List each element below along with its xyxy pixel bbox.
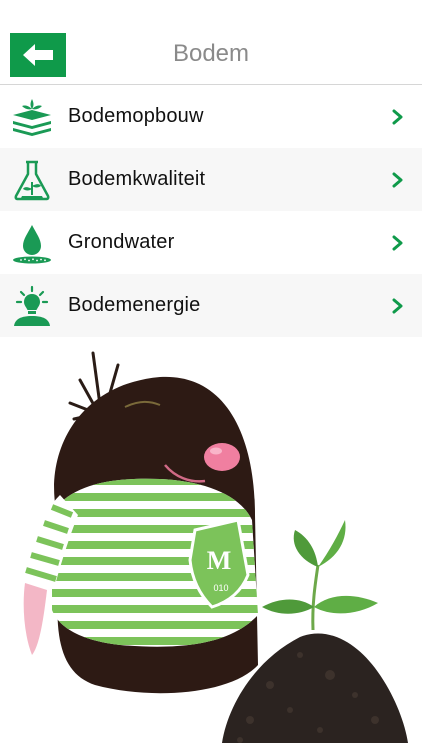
chevron-right-icon (392, 172, 403, 187)
flask-plant-icon (10, 158, 54, 202)
menu-item-grondwater[interactable]: Grondwater (0, 211, 422, 274)
menu-item-label: Bodemenergie (68, 294, 201, 316)
menu-item-label: Bodemkwaliteit (68, 168, 206, 190)
shirt-logo-number: 010 (213, 583, 228, 593)
chevron-right-icon (392, 109, 403, 124)
menu-item-label: Bodemopbouw (68, 105, 204, 127)
mole-plush: M 010 (22, 351, 258, 694)
mole-plant-illustration: M 010 (22, 351, 408, 743)
chevron-right-icon (392, 235, 403, 250)
soil-layers-icon (10, 95, 54, 139)
menu-list: Bodemopbouw Bodemkwaliteit Grondwater Bo… (0, 85, 422, 337)
page-title: Bodem (172, 40, 250, 67)
shirt-logo-letter: M (207, 546, 232, 575)
water-drop-icon (10, 221, 54, 265)
nav-header: Bodem (0, 0, 422, 85)
menu-item-bodemenergie[interactable]: Bodemenergie (0, 274, 422, 337)
menu-item-label: Grondwater (68, 231, 175, 253)
menu-item-bodemkwaliteit[interactable]: Bodemkwaliteit (0, 148, 422, 211)
menu-item-bodemopbouw[interactable]: Bodemopbouw (0, 85, 422, 148)
chevron-right-icon (392, 298, 403, 313)
lightbulb-person-icon (10, 284, 54, 328)
